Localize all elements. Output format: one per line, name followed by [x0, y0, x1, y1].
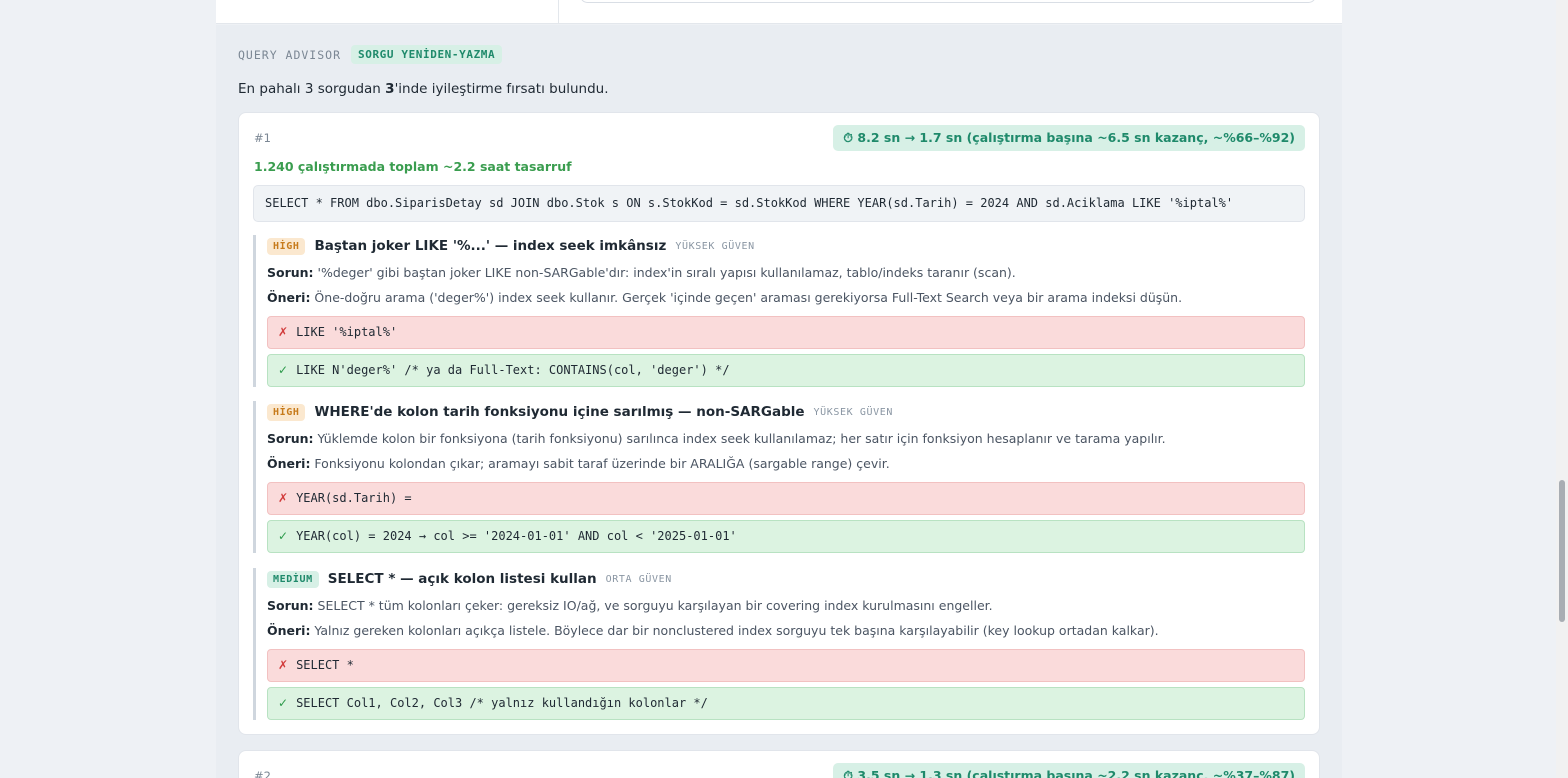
- good-example: ✓ YEAR(col) = 2024 → col >= '2024-01-01' …: [267, 520, 1305, 553]
- section-kicker: QUERY ADVISOR: [238, 47, 342, 62]
- issue-title: Baştan joker LIKE '%...' — index seek im…: [314, 238, 667, 254]
- severity-badge: HİGH: [267, 237, 306, 255]
- issue-item: MEDİUM SELECT * — açık kolon listesi kul…: [253, 568, 1305, 720]
- bad-code: SELECT *: [296, 658, 354, 672]
- problem-line: Sorun: SELECT * tüm kolonları çeker: ger…: [267, 598, 1305, 615]
- cross-icon: ✗: [278, 658, 289, 672]
- problem-label: Sorun:: [267, 265, 314, 280]
- problem-line: Sorun: '%deger' gibi baştan joker LIKE n…: [267, 265, 1305, 282]
- suggestion-label: Öneri:: [267, 290, 311, 305]
- check-icon: ✓: [278, 696, 289, 710]
- bad-example: ✗ YEAR(sd.Tarih) =: [267, 482, 1305, 515]
- problem-label: Sorun:: [267, 598, 314, 613]
- issue-header: HİGH WHERE'de kolon tarih fonksiyonu içi…: [267, 401, 1305, 423]
- problem-text: Yüklemde kolon bir fonksiyona (tarih fon…: [313, 431, 1166, 446]
- suggestion-line: Öneri: Yalnız gereken kolonları açıkça l…: [267, 623, 1305, 640]
- good-example: ✓ SELECT Col1, Col2, Col3 /* yalnız kulla…: [267, 687, 1305, 720]
- query-advisor-section: QUERY ADVISOR SORGU YENİDEN-YAZMA En pah…: [216, 25, 1342, 778]
- bad-code: LIKE '%iptal%': [296, 325, 398, 339]
- bad-example: ✗ SELECT *: [267, 649, 1305, 682]
- severity-badge: MEDİUM: [267, 570, 319, 588]
- previous-panel: [216, 0, 1342, 24]
- issue-title: WHERE'de kolon tarih fonksiyonu içine sa…: [314, 404, 805, 420]
- confidence-label: YÜKSEK GÜVEN: [813, 406, 893, 418]
- card-number: #1: [254, 131, 271, 145]
- check-icon: ✓: [278, 363, 289, 377]
- bad-example: ✗ LIKE '%iptal%': [267, 316, 1305, 349]
- confidence-label: YÜKSEK GÜVEN: [675, 240, 755, 252]
- issue-header: MEDİUM SELECT * — açık kolon listesi kul…: [267, 568, 1305, 590]
- rewrite-tag: SORGU YENİDEN-YAZMA: [351, 45, 503, 64]
- card-number: #2: [254, 769, 271, 778]
- suggestion-line: Öneri: Öne-doğru arama ('deger%') index …: [267, 290, 1305, 307]
- query-card-1: #1 ⏱ 8.2 sn → 1.7 sn (çalıştırma başına …: [238, 112, 1320, 735]
- problem-text: '%deger' gibi baştan joker LIKE non-SARG…: [313, 265, 1016, 280]
- page-scrollbar[interactable]: [1556, 0, 1568, 778]
- section-header: QUERY ADVISOR SORGU YENİDEN-YAZMA: [238, 45, 503, 64]
- problem-text: SELECT * tüm kolonları çeker: gereksiz I…: [313, 598, 993, 613]
- summary-prefix: En pahalı 3 sorgudan: [238, 81, 386, 97]
- good-code: SELECT Col1, Col2, Col3 /* yalnız kullan…: [296, 696, 708, 710]
- problem-line: Sorun: Yüklemde kolon bir fonksiyona (ta…: [267, 431, 1305, 448]
- suggestion-label: Öneri:: [267, 456, 311, 471]
- bad-code: YEAR(sd.Tarih) =: [296, 491, 412, 505]
- summary-count: 3: [385, 81, 395, 97]
- good-code: YEAR(col) = 2024 → col >= '2024-01-01' A…: [296, 529, 737, 543]
- issue-header: HİGH Baştan joker LIKE '%...' — index se…: [267, 235, 1305, 257]
- gain-badge: ⏱ 8.2 sn → 1.7 sn (çalıştırma başına ~6.…: [833, 125, 1305, 151]
- good-example: ✓ LIKE N'deger%' /* ya da Full-Text: CONT…: [267, 354, 1305, 387]
- panel-divider: [558, 0, 559, 24]
- total-saving: 1.240 çalıştırmada toplam ~2.2 saat tasa…: [254, 159, 572, 174]
- check-icon: ✓: [278, 529, 289, 543]
- good-code: LIKE N'deger%' /* ya da Full-Text: CONTA…: [296, 363, 730, 377]
- suggestion-line: Öneri: Fonksiyonu kolondan çıkar; aramay…: [267, 456, 1305, 473]
- suggestion-label: Öneri:: [267, 623, 311, 638]
- scrollbar-thumb[interactable]: [1559, 480, 1565, 622]
- panel-input[interactable]: [580, 0, 1316, 3]
- cross-icon: ✗: [278, 325, 289, 339]
- severity-badge: HİGH: [267, 403, 306, 421]
- cross-icon: ✗: [278, 491, 289, 505]
- gain-badge: ⏱ 3.5 sn → 1.3 sn (çalıştırma başına ~2.…: [833, 763, 1305, 778]
- query-card-2: #2 ⏱ 3.5 sn → 1.3 sn (çalıştırma başına …: [238, 750, 1320, 778]
- problem-label: Sorun:: [267, 431, 314, 446]
- suggestion-text: Yalnız gereken kolonları açıkça listele.…: [310, 623, 1159, 638]
- suggestion-text: Öne-doğru arama ('deger%') index seek ku…: [310, 290, 1183, 305]
- issue-item: HİGH WHERE'de kolon tarih fonksiyonu içi…: [253, 401, 1305, 553]
- summary-suffix: 'inde iyileştirme fırsatı bulundu.: [394, 81, 609, 97]
- confidence-label: ORTA GÜVEN: [605, 573, 672, 585]
- issue-item: HİGH Baştan joker LIKE '%...' — index se…: [253, 235, 1305, 387]
- sql-query: SELECT * FROM dbo.SiparisDetay sd JOIN d…: [253, 185, 1305, 222]
- suggestion-text: Fonksiyonu kolondan çıkar; aramayı sabit…: [310, 456, 890, 471]
- advisor-summary: En pahalı 3 sorgudan 3'inde iyileştirme …: [238, 81, 609, 97]
- issue-title: SELECT * — açık kolon listesi kullan: [327, 571, 597, 587]
